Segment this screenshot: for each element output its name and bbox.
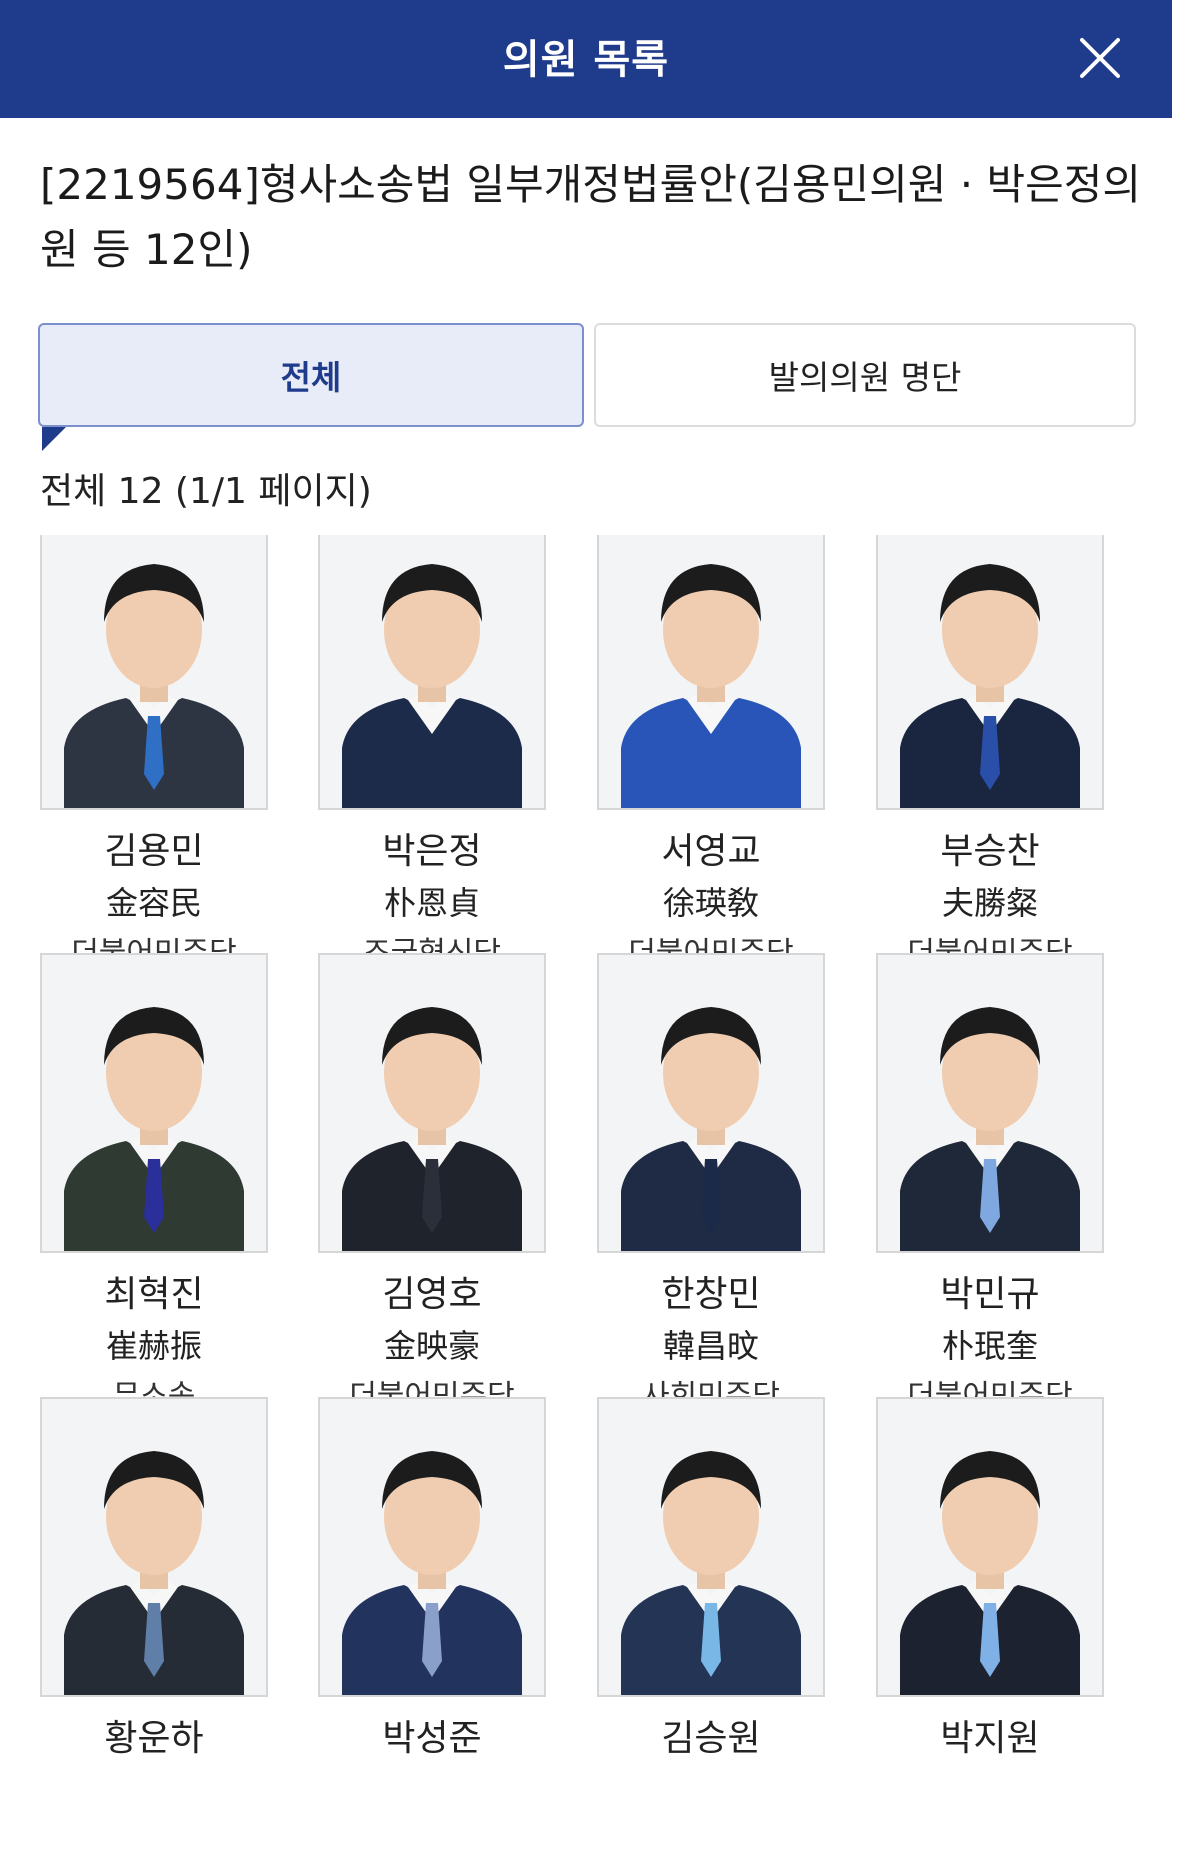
- member-photo: [40, 1397, 268, 1697]
- member-name-hanja: 朴珉奎: [941, 1327, 1038, 1365]
- member-photo: [318, 535, 546, 810]
- page-title: 의원 목록: [502, 37, 670, 83]
- member-grid: 김용민金容民더불어민주당 박은정朴恩貞조국혁신당 서영교徐瑛敎더불어민주당 부승…: [0, 535, 1179, 1854]
- member-photo: [597, 535, 825, 810]
- member-name-hanja: 徐瑛敎: [662, 884, 759, 922]
- member-name-hanja: 金映豪: [383, 1327, 480, 1365]
- tab-all[interactable]: 전체: [38, 323, 584, 427]
- member-name: 한창민: [661, 1274, 761, 1315]
- member-name: 박성준: [382, 1718, 482, 1759]
- member-name-hanja: 夫勝粲: [941, 884, 1038, 922]
- member-name: 김승원: [661, 1718, 761, 1759]
- active-tab-indicator: [42, 427, 66, 451]
- member-name: 김영호: [382, 1274, 482, 1315]
- member-name: 박지원: [940, 1718, 1040, 1759]
- member-card[interactable]: 김영호金映豪더불어민주당: [305, 953, 546, 1473]
- member-name: 황운하: [104, 1718, 204, 1759]
- member-name: 박은정: [382, 831, 482, 872]
- member-photo: [876, 953, 1104, 1253]
- member-photo: [597, 1397, 825, 1697]
- member-card[interactable]: 최혁진崔赫振무소속: [27, 953, 268, 1473]
- close-icon: [1080, 38, 1120, 78]
- bill-title: [2219564]형사소송법 일부개정법률안(김용민의원 · 박은정의원 등 1…: [40, 160, 1142, 274]
- member-name: 박민규: [940, 1274, 1040, 1315]
- member-photo: [318, 1397, 546, 1697]
- member-card[interactable]: 박지원: [863, 1397, 1104, 1854]
- member-photo: [876, 1397, 1104, 1697]
- member-name: 서영교: [661, 831, 761, 872]
- member-name: 부승찬: [940, 831, 1040, 872]
- member-name-hanja: 崔赫振: [105, 1327, 202, 1365]
- member-photo: [318, 953, 546, 1253]
- member-card[interactable]: 박민규朴珉奎더불어민주당: [863, 953, 1104, 1473]
- member-photo: [40, 953, 268, 1253]
- member-card[interactable]: 박성준: [305, 1397, 546, 1854]
- member-name-hanja: 韓昌旼: [662, 1327, 759, 1365]
- result-count: 전체 12 (1/1 페이지): [40, 471, 372, 512]
- member-name: 최혁진: [104, 1274, 204, 1315]
- app-header: 의원 목록: [0, 0, 1172, 118]
- member-name: 김용민: [104, 831, 204, 872]
- tab-sponsor-list[interactable]: 발의의원 명단: [594, 323, 1136, 427]
- member-name-hanja: 朴恩貞: [383, 884, 480, 922]
- member-name-hanja: 金容民: [105, 884, 202, 922]
- member-photo: [876, 535, 1104, 810]
- member-card[interactable]: 한창민韓昌旼사회민주당: [584, 953, 825, 1473]
- close-button[interactable]: [1072, 30, 1128, 86]
- member-card[interactable]: 김승원: [584, 1397, 825, 1854]
- member-card[interactable]: 황운하: [27, 1397, 268, 1854]
- member-photo: [597, 953, 825, 1253]
- member-photo: [40, 535, 268, 810]
